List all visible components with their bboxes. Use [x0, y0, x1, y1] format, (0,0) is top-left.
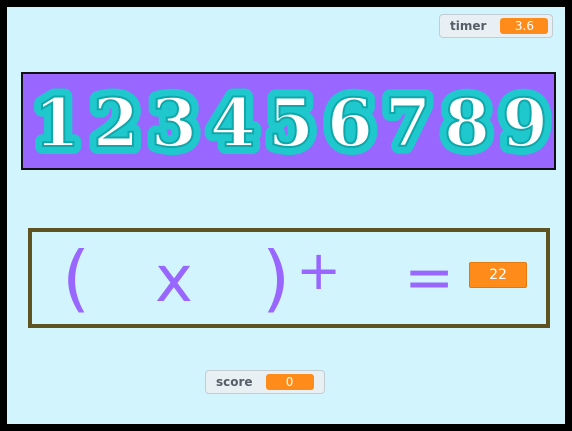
timer-label: timer — [450, 19, 487, 33]
digit-tile-5[interactable]: 55 — [259, 80, 323, 160]
digit-tile-2[interactable]: 22 — [84, 80, 148, 160]
second-number-slot[interactable] — [204, 240, 260, 320]
digit-label: 3 — [151, 84, 197, 160]
digit-tile-1[interactable]: 11 — [25, 80, 89, 160]
digit-label: 5 — [268, 84, 314, 160]
digits-banner: 112233445566778899 — [21, 72, 556, 170]
close-paren: ) — [262, 236, 291, 320]
digit-tile-7[interactable]: 77 — [376, 80, 440, 160]
plus-sign: + — [296, 239, 342, 302]
digit-tile-4[interactable]: 44 — [201, 80, 265, 160]
timer-monitor: timer 3.6 — [439, 14, 553, 38]
digit-tile-9[interactable]: 99 — [493, 80, 557, 160]
digit-label: 4 — [210, 84, 256, 160]
equation-box: ( x ) + = 22 — [28, 228, 550, 328]
digit-tile-6[interactable]: 66 — [318, 80, 382, 160]
score-monitor: score 0 — [205, 370, 325, 394]
first-number-slot[interactable] — [102, 240, 158, 320]
digit-label: 9 — [502, 84, 548, 160]
digit-tile-8[interactable]: 88 — [435, 80, 499, 160]
multiply-sign: x — [155, 243, 193, 317]
digit-label: 8 — [444, 84, 490, 160]
game-stage: timer 3.6 112233445566778899 ( x ) + = 2… — [7, 7, 565, 424]
digit-tile-3[interactable]: 33 — [142, 80, 206, 160]
third-number-slot[interactable] — [338, 240, 394, 320]
score-label: score — [216, 375, 253, 389]
score-value: 0 — [265, 374, 314, 390]
open-paren: ( — [62, 236, 91, 320]
target-answer: 22 — [469, 262, 527, 288]
digit-label: 7 — [385, 84, 431, 160]
timer-value: 3.6 — [500, 18, 549, 34]
digit-label: 6 — [327, 84, 373, 160]
digit-label: 1 — [34, 84, 80, 160]
equals-sign: = — [404, 243, 455, 313]
digit-label: 2 — [93, 84, 139, 160]
